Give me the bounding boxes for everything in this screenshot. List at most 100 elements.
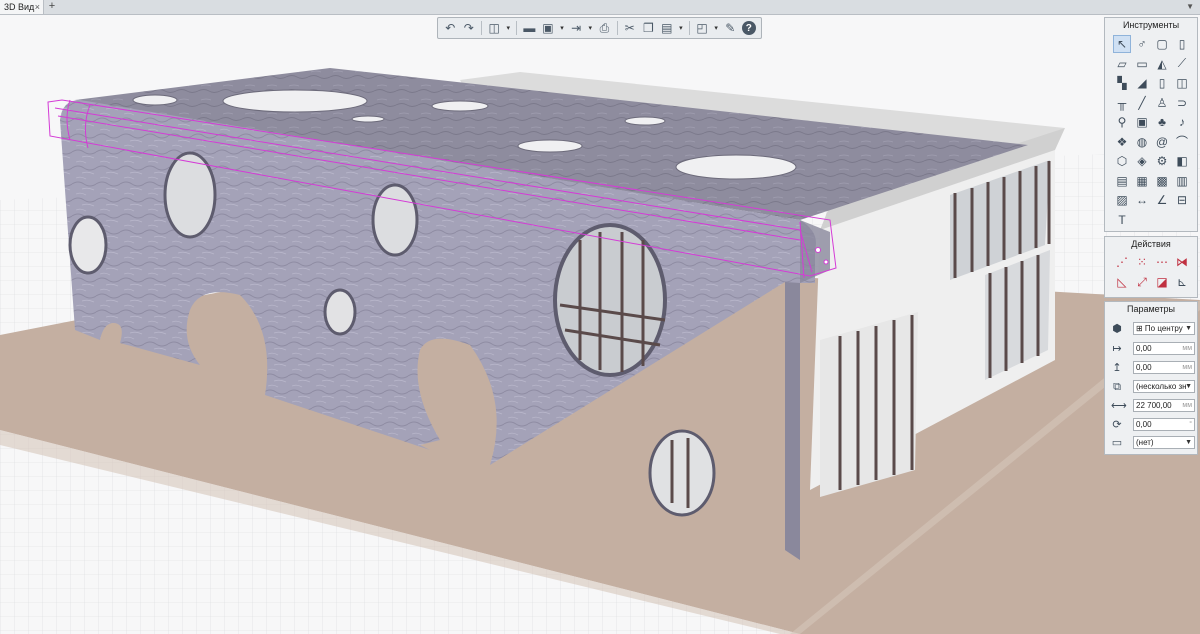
offset-icon[interactable]: ◪ [1153,273,1171,291]
spiral-icon[interactable]: @ [1153,133,1171,151]
parameter-unit: мм [1182,345,1192,352]
roof-icon[interactable]: ◭ [1153,55,1171,73]
chevron-down-icon[interactable]: ▼ [1185,381,1192,392]
add-tab-button[interactable]: + [46,0,58,14]
tools-panel: Инструменты ↖ ♂ ▢ ▯ ▱ ▭ ◭ ⟋ ▚ ◢ ▯ ◫ ╥ ╱ ♙ ⊃ ⚲ ▣ ♣ ♪ ❖ ◍ @ ⌒ ⬡ ◈ ⚙ ◧… [1104,17,1198,232]
railing-icon[interactable]: ╥ [1113,94,1131,112]
select-arrow-icon[interactable]: ↖ [1113,35,1131,53]
layers-dropdown-icon[interactable]: ▾ [712,20,720,37]
sound-icon[interactable]: ♪ [1173,113,1191,131]
gear-icon[interactable]: ⚙ [1153,152,1171,170]
cabinet-icon[interactable]: ▤ [1113,172,1131,190]
dimension-icon[interactable]: ↔ [1133,191,1151,209]
array-icon[interactable]: ⋯ [1153,253,1171,271]
curve-icon[interactable]: ⌒ [1173,133,1191,151]
undo-button[interactable]: ↶ [442,20,458,37]
open-button[interactable]: ▬ [521,20,537,37]
parameter-value: (несколько зн [1136,382,1187,391]
chevron-down-icon[interactable]: ▼ [1185,437,1192,448]
tools-panel-title: Инструменты [1122,20,1180,30]
line-icon[interactable]: ╱ [1133,94,1151,112]
save-button[interactable]: ▣ [540,20,556,37]
export-button[interactable]: ⇥ [568,20,584,37]
document-tab-bar: 3D Вид × + ▼ [0,0,1200,15]
tools-grid: ↖ ♂ ▢ ▯ ▱ ▭ ◭ ⟋ ▚ ◢ ▯ ◫ ╥ ╱ ♙ ⊃ ⚲ ▣ ♣ ♪ ❖ ◍ @ ⌒ ⬡ ◈ ⚙ ◧ ▤ ▦ ▩ ▥ ▨ ↔ ∠ ⊟ T [1105,32,1197,230]
slab-icon[interactable]: ▱ [1113,55,1131,73]
help-button[interactable]: ? [741,21,756,35]
chevron-down-icon[interactable]: ▼ [1185,323,1192,334]
parameter-row: ▭ (нет) ▼ [1109,436,1195,450]
cut-button[interactable]: ✂ [622,20,638,37]
parameter-select[interactable]: ⊞ По центру ▼ [1133,322,1195,335]
parameter-value: 0,00 [1136,420,1152,429]
ramp-icon[interactable]: ◢ [1133,74,1151,92]
magic-wand-icon[interactable]: ♂ [1133,35,1151,53]
stairs-icon[interactable]: ▚ [1113,74,1131,92]
wall-icon[interactable]: ▢ [1153,35,1171,53]
parameter-input[interactable]: 0,00 мм [1133,342,1195,355]
image-icon[interactable]: ▨ [1113,191,1131,209]
stretch-icon[interactable]: ⤢ [1133,273,1151,291]
actions-panel-title: Действия [1131,239,1171,249]
parameter-input[interactable]: 22 700,00 мм [1133,399,1195,412]
tab-3d-view[interactable]: 3D Вид × [0,0,44,14]
zone-icon[interactable]: ⬡ [1113,152,1131,170]
parameter-select[interactable]: (несколько зн ▼ [1133,380,1195,393]
object-icon[interactable]: ❖ [1113,133,1131,151]
morph-icon[interactable]: ◈ [1133,152,1151,170]
redo-button[interactable]: ↷ [460,20,476,37]
label-icon[interactable]: ▩ [1153,172,1171,190]
layers-button[interactable]: ◰ [694,20,710,37]
tab-label: 3D Вид [4,2,35,12]
angle-rotate-icon: ⟳ [1112,419,1122,431]
level-icon[interactable]: ⊟ [1173,191,1191,209]
paste-dropdown-icon[interactable]: ▾ [677,20,685,37]
align-icon[interactable]: ⊾ [1173,273,1191,291]
plumbing-icon[interactable]: ⚲ [1113,113,1131,131]
beam-icon[interactable]: ⟋ [1173,55,1191,73]
parameter-value: 0,00 [1136,344,1152,353]
parameter-input[interactable]: 0,00 ° [1133,418,1195,431]
window-icon[interactable]: ◫ [1173,74,1191,92]
symbol-icon[interactable]: ◍ [1133,133,1151,151]
3d-viewport[interactable] [0,15,1200,634]
text-icon[interactable]: T [1113,211,1131,229]
distribute-icon[interactable]: ⁙ [1133,253,1151,271]
toolbar-divider [516,21,518,35]
tab-list-menu-icon[interactable]: ▼ [1186,0,1194,14]
copy-button[interactable]: ❐ [640,20,656,37]
view-mode-button[interactable]: ◫ [486,20,502,37]
parameter-row: ⟳ 0,00 ° [1109,418,1195,432]
column-icon[interactable]: ▯ [1173,35,1191,53]
floor-icon[interactable]: ▭ [1133,55,1151,73]
mirror-icon[interactable]: ⧒ [1173,253,1191,271]
paste-button[interactable]: ▤ [659,20,675,37]
door-icon[interactable]: ▯ [1153,74,1171,92]
shell-icon[interactable]: ◧ [1173,152,1191,170]
tag-icon: ▭ [1111,437,1123,449]
lamp-icon[interactable]: ♙ [1153,94,1171,112]
view-mode-dropdown-icon[interactable]: ▾ [504,20,512,37]
export-dropdown-icon[interactable]: ▾ [586,20,594,37]
print-button[interactable]: ⎙ [596,20,612,37]
table-icon[interactable]: ▦ [1133,172,1151,190]
angle-icon[interactable]: ∠ [1153,191,1171,209]
furniture-icon[interactable]: ▣ [1133,113,1151,131]
move-dots-icon[interactable]: ⋰ [1113,253,1131,271]
parameter-input[interactable]: 0,00 мм [1133,361,1195,374]
pipe-icon[interactable]: ⊃ [1173,94,1191,112]
main-toolbar: ↶ ↷ ◫ ▾ ▬ ▣ ▾ ⇥ ▾ ⎙ ✂ ❐ ▤ ▾ ◰ ▾ ✎ ? [437,17,762,39]
parameter-select[interactable]: (нет) ▼ [1133,436,1195,449]
length-icon: ⟷ [1111,400,1127,412]
actions-panel: Действия ⋰ ⁙ ⋯ ⧒ ◺ ⤢ ◪ ⊾ [1104,236,1198,298]
layer-copy-icon: ⧉ [1113,381,1121,393]
rotate-icon[interactable]: ◺ [1113,273,1131,291]
section-icon[interactable]: ▥ [1173,172,1191,190]
settings-wrench-button[interactable]: ✎ [722,20,738,37]
facade-edge [785,282,800,560]
save-dropdown-icon[interactable]: ▾ [558,20,566,37]
parameter-unit: мм [1182,364,1192,371]
offset-y-icon: ↥ [1112,362,1122,374]
close-icon[interactable]: × [35,0,40,14]
tree-icon[interactable]: ♣ [1153,113,1171,131]
